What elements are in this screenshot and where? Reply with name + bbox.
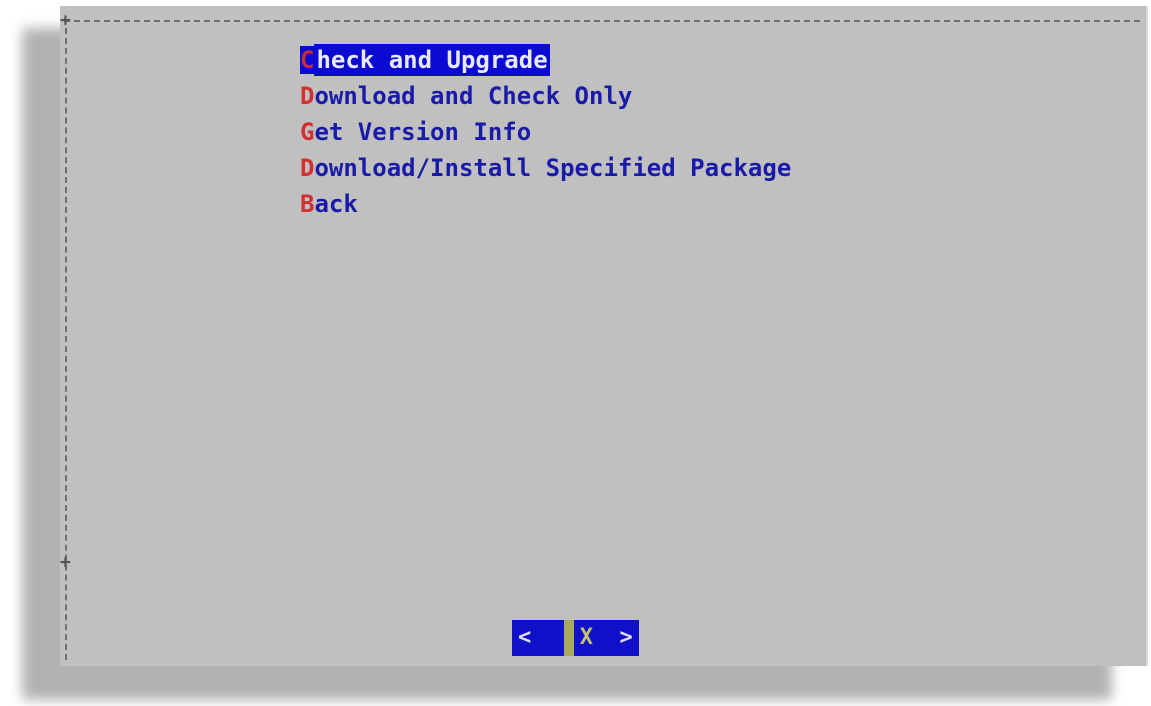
exit-button[interactable]: X > <box>573 620 639 656</box>
select-button[interactable]: < <box>512 620 564 656</box>
menu-item-download-install-specified-package[interactable]: Download/Install Specified Package <box>300 150 791 186</box>
top-left-corner: + <box>60 10 71 31</box>
menu-item-label: heck and Upgrade <box>314 44 550 76</box>
menu-item-check-and-upgrade[interactable]: Check and Upgrade <box>300 42 791 78</box>
hotkey-letter: G <box>300 118 315 146</box>
exit-button-label: > <box>593 625 633 650</box>
top-border <box>64 20 1140 22</box>
button-separator <box>563 620 574 656</box>
hotkey-letter: B <box>300 190 315 218</box>
upgrade-menu: Check and Upgrade Download and Check Onl… <box>300 42 791 222</box>
screen: + + Check and Upgrade Download and Check… <box>0 0 1151 706</box>
exit-hotkey-letter: X <box>579 625 593 650</box>
menu-item-label: ownload/Install Specified Package <box>314 154 792 182</box>
hotkey-letter: C <box>300 46 315 74</box>
menu-item-get-version-info[interactable]: Get Version Info <box>300 114 791 150</box>
menu-item-label: ack <box>314 190 358 218</box>
menu-item-download-and-check-only[interactable]: Download and Check Only <box>300 78 791 114</box>
menu-item-label: et Version Info <box>314 118 532 146</box>
dialog-buttons: < X > <box>512 620 639 656</box>
menu-item-back[interactable]: Back <box>300 186 791 222</box>
menu-item-label: ownload and Check Only <box>314 82 633 110</box>
hotkey-letter: D <box>300 154 315 182</box>
dialog-window: + + Check and Upgrade Download and Check… <box>60 6 1148 666</box>
hotkey-letter: D <box>300 82 315 110</box>
left-junction: + <box>60 552 71 573</box>
